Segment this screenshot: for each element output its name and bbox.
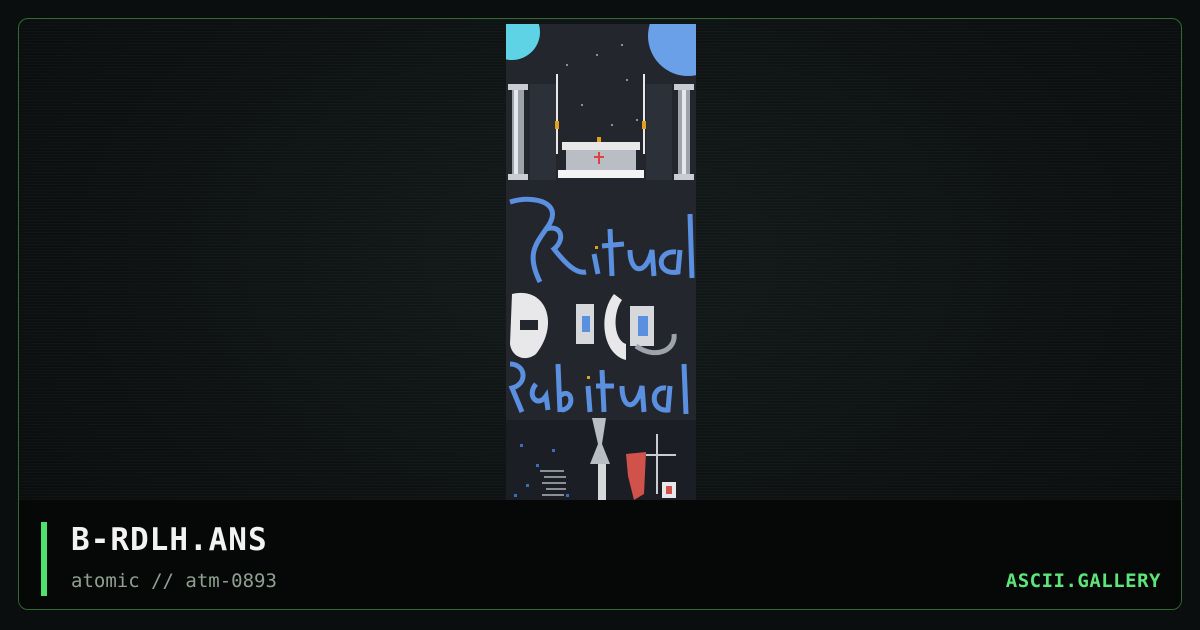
site-brand-link[interactable]: ASCII.GALLERY [1006,570,1161,592]
artwork-author: atomic // atm-0893 [71,570,277,592]
bottom-scene [506,418,696,500]
cyan-moon-shape [506,24,540,60]
left-pillar [508,84,528,180]
blue-moon-shape [648,24,696,76]
accent-bar [41,522,47,596]
altar [558,137,644,178]
card-frame: B-RDLH.ANS atomic // atm-0893 ASCII.GALL… [18,18,1182,610]
ritual-lettering [509,196,695,284]
center-glyphs [510,292,677,360]
artwork-title: B-RDLH.ANS [71,522,268,558]
rabitual-lettering [508,361,689,415]
artwork-image [506,24,696,500]
info-footer: B-RDLH.ANS atomic // atm-0893 ASCII.GALL… [19,500,1181,609]
right-pillar [674,84,694,180]
ansi-artwork-preview[interactable] [506,24,696,500]
stars [566,44,638,146]
